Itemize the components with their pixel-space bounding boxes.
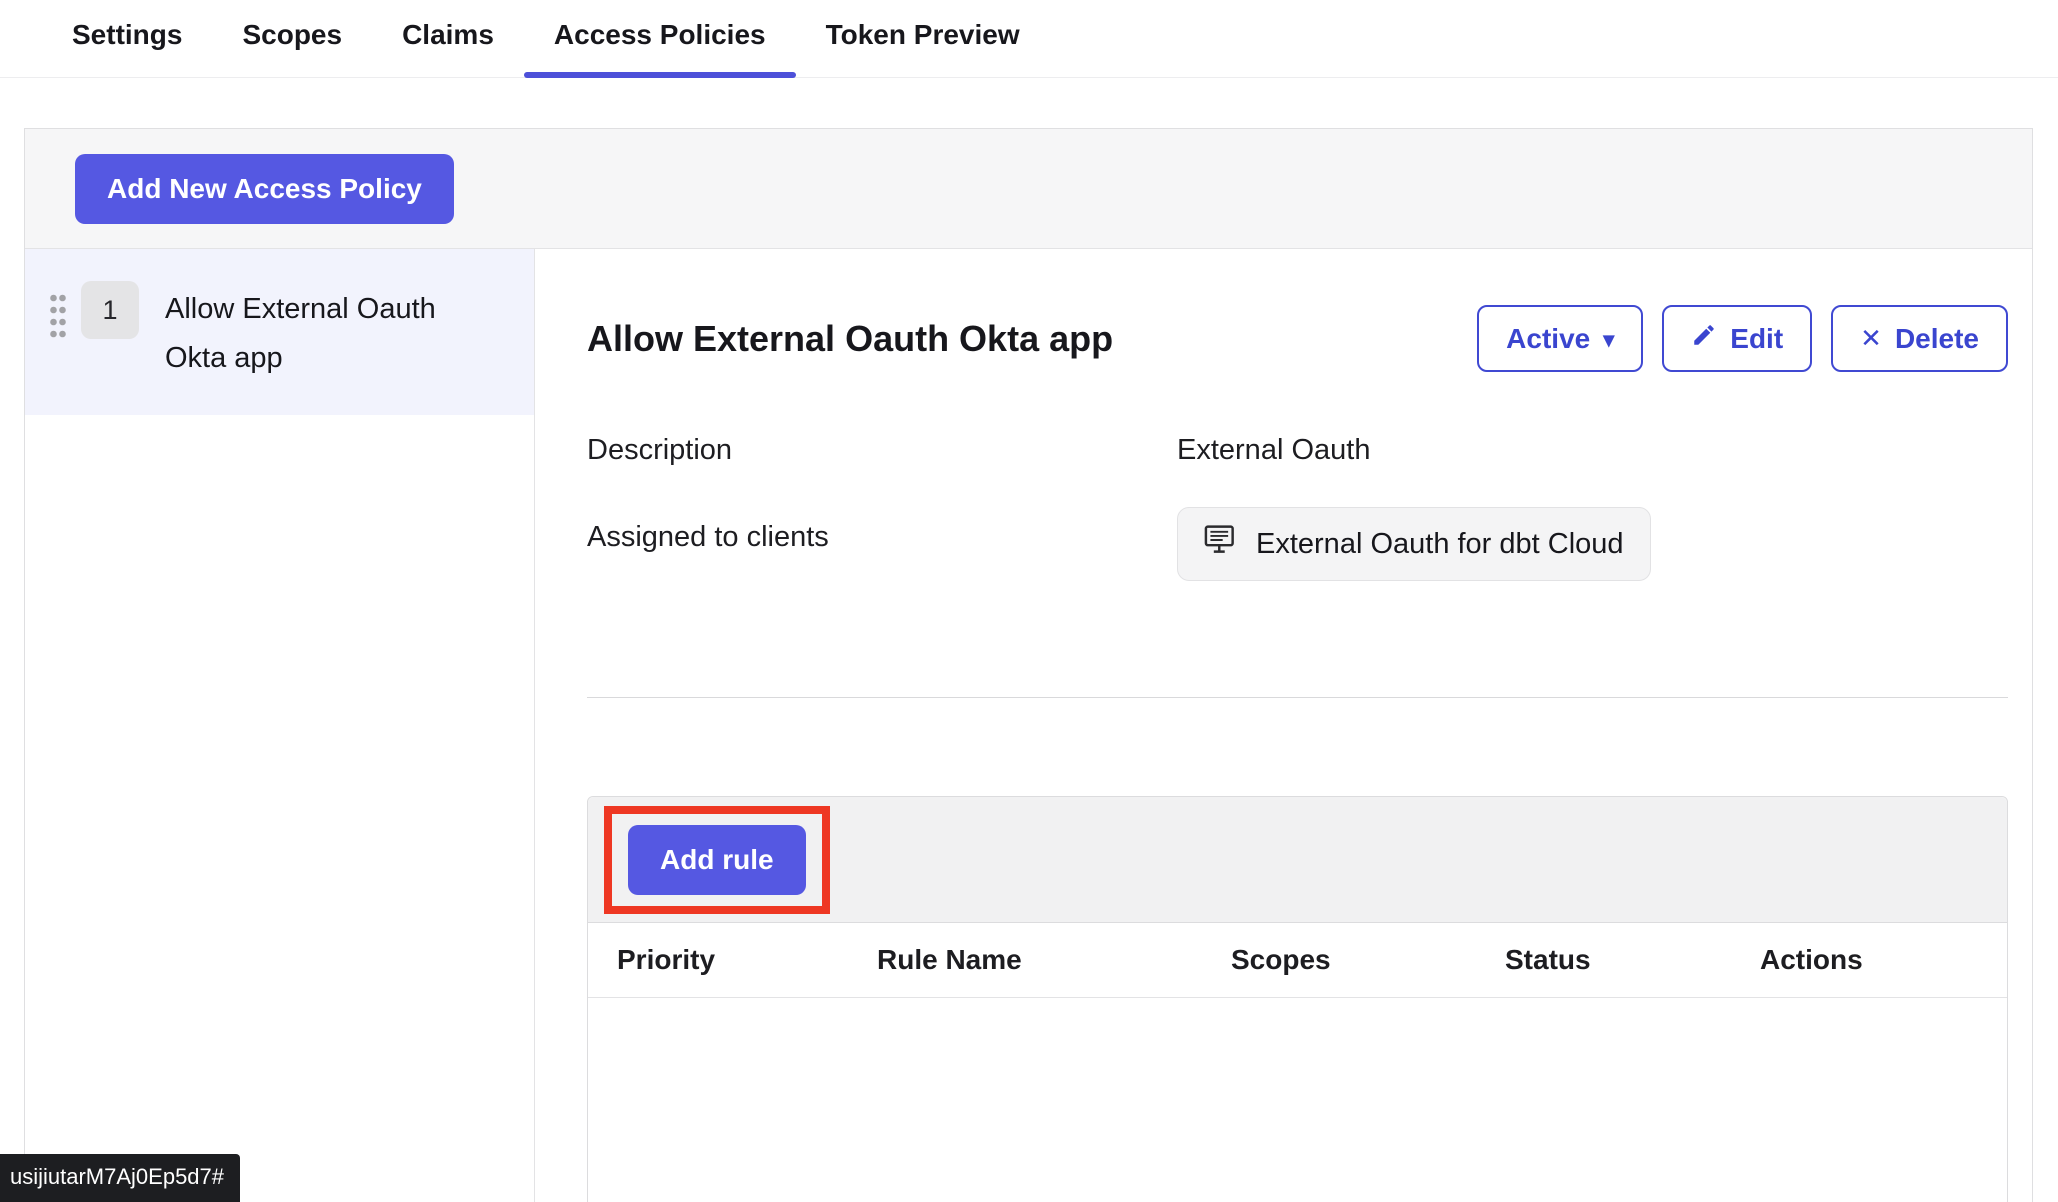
panel-toolbar: Add New Access Policy <box>25 129 2032 249</box>
active-status-label: Active <box>1506 323 1590 355</box>
client-chip[interactable]: External Oauth for dbt Cloud <box>1177 507 1651 581</box>
close-icon: ✕ <box>1860 323 1882 354</box>
delete-policy-button[interactable]: ✕ Delete <box>1831 305 2008 372</box>
rules-table-empty-body <box>588 998 2007 1202</box>
computer-icon <box>1204 525 1240 563</box>
description-label: Description <box>587 434 1177 467</box>
tab-access-policies[interactable]: Access Policies <box>524 19 796 77</box>
red-highlight-annotation: Add rule <box>604 806 830 914</box>
edit-policy-button[interactable]: Edit <box>1662 305 1812 372</box>
pencil-icon <box>1691 322 1717 355</box>
section-divider <box>587 697 2008 698</box>
policy-title: Allow External Oauth Okta app <box>587 318 1113 360</box>
tab-bar: Settings Scopes Claims Access Policies T… <box>0 0 2058 78</box>
column-header-rule-name: Rule Name <box>877 944 1231 976</box>
rules-table-header: Priority Rule Name Scopes Status Actions <box>588 923 2007 998</box>
policy-info-grid: Description External Oauth Assigned to c… <box>587 434 2008 581</box>
policy-action-buttons: Active ▾ Edit ✕ Delete <box>1477 305 2008 372</box>
column-header-status: Status <box>1505 944 1760 976</box>
column-header-priority: Priority <box>617 944 877 976</box>
policy-list-item[interactable]: 1 Allow External Oauth Okta app <box>25 249 534 415</box>
active-status-dropdown[interactable]: Active ▾ <box>1477 305 1643 372</box>
tab-settings[interactable]: Settings <box>42 19 212 77</box>
add-rule-button[interactable]: Add rule <box>628 825 806 895</box>
edit-button-label: Edit <box>1730 323 1783 355</box>
client-chip-label: External Oauth for dbt Cloud <box>1256 528 1624 561</box>
rules-card: Add rule Priority Rule Name Scopes Statu… <box>587 796 2008 1202</box>
chevron-down-icon: ▾ <box>1603 327 1614 353</box>
description-value: External Oauth <box>1177 434 2008 467</box>
column-header-scopes: Scopes <box>1231 944 1505 976</box>
policy-name-label: Allow External Oauth Okta app <box>165 285 465 383</box>
link-preview-status-bar: usijiutarM7Aj0Ep5d7# <box>0 1154 240 1202</box>
panel-body: 1 Allow External Oauth Okta app Allow Ex… <box>25 249 2032 1202</box>
policy-detail: Allow External Oauth Okta app Active ▾ E… <box>535 249 2032 1202</box>
rules-card-toolbar: Add rule <box>588 797 2007 923</box>
drag-handle-icon[interactable] <box>49 293 67 344</box>
access-policies-panel: Add New Access Policy 1 Allow Ext <box>24 128 2033 1202</box>
delete-button-label: Delete <box>1895 323 1979 355</box>
tab-claims[interactable]: Claims <box>372 19 524 77</box>
detail-header: Allow External Oauth Okta app Active ▾ E… <box>587 305 2008 372</box>
policy-list: 1 Allow External Oauth Okta app <box>25 249 535 1202</box>
assigned-clients-cell: External Oauth for dbt Cloud <box>1177 521 2008 581</box>
policy-order-badge: 1 <box>81 281 139 339</box>
assigned-to-clients-label: Assigned to clients <box>587 521 1177 554</box>
tab-token-preview[interactable]: Token Preview <box>796 19 1050 77</box>
add-new-access-policy-button[interactable]: Add New Access Policy <box>75 154 454 224</box>
column-header-actions: Actions <box>1760 944 2007 976</box>
tab-scopes[interactable]: Scopes <box>212 19 372 77</box>
